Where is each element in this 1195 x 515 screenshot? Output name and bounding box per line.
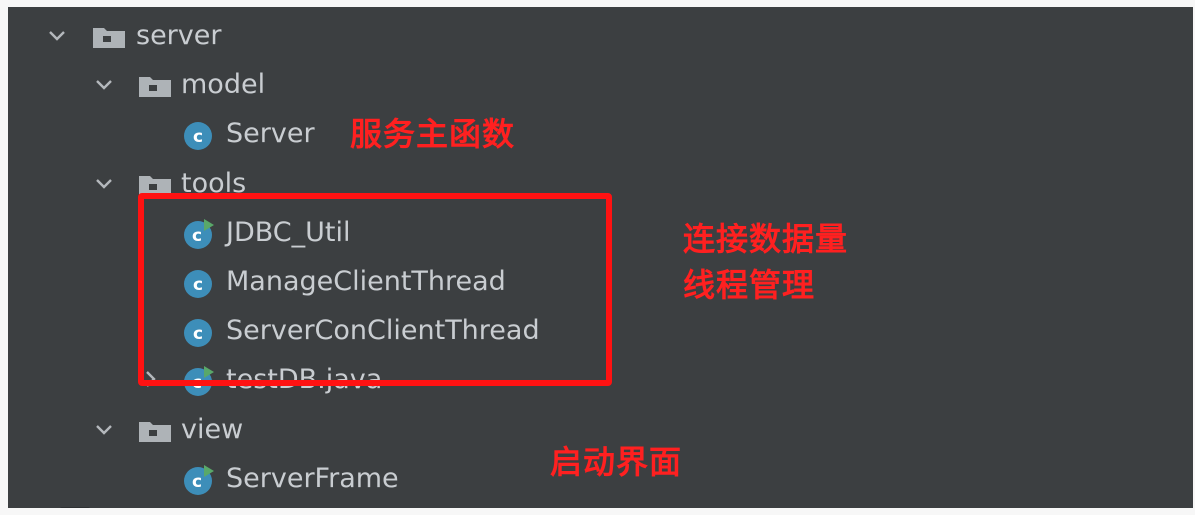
svg-text:c: c (192, 472, 202, 492)
tree-node-label: model (181, 69, 266, 100)
java-runnable-class-icon: c (180, 464, 216, 496)
partial-next-row-icon (60, 507, 90, 508)
chevron-down-icon[interactable] (92, 72, 116, 96)
folder-icon (138, 74, 172, 98)
folder-icon (92, 25, 126, 49)
chevron-down-icon[interactable] (92, 171, 116, 195)
tree-node-label: Server (226, 118, 315, 149)
tree-node-label: ServerFrame (226, 463, 399, 494)
chevron-down-icon[interactable] (45, 23, 69, 47)
annotation-main-function: 服务主函数 (350, 115, 516, 153)
tree-node-label: server (136, 20, 222, 51)
tree-node-server[interactable]: server (8, 11, 1193, 61)
folder-icon (138, 419, 172, 443)
highlight-box (138, 193, 612, 386)
annotation-thread-management: 线程管理 (683, 266, 816, 304)
tree-node-label: view (181, 414, 244, 445)
svg-text:c: c (193, 127, 203, 147)
chevron-down-icon[interactable] (92, 417, 116, 441)
tree-node-server-class[interactable]: c Server (8, 109, 1193, 159)
tree-node-model[interactable]: model (8, 60, 1193, 110)
java-class-icon: c (180, 119, 216, 151)
annotation-launch-ui: 启动界面 (550, 443, 683, 481)
annotation-db-connection: 连接数据量 (683, 220, 849, 258)
